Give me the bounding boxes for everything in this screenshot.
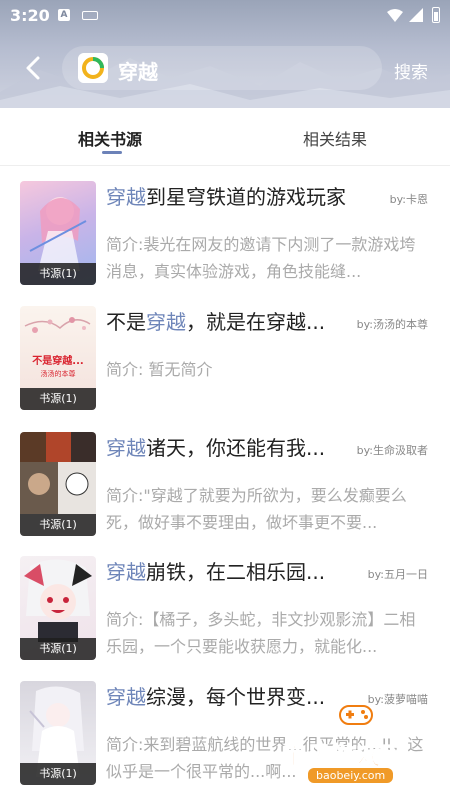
book-source-tag: 书源(1) (20, 763, 96, 785)
tab-indicator (102, 151, 122, 154)
search-query[interactable]: 穿越 (118, 56, 158, 85)
book-item[interactable]: 书源(1) 穿越诸天，你还能有我... by:生命汲取者 简介:"穿越了就要为所… (0, 432, 450, 557)
signal-icon (409, 8, 423, 22)
book-intro: 简介:"穿越了就要为所欲为，要么发癫要么死，做好事不要理由，做坏事更不要... (106, 486, 407, 532)
book-author: by:五月一日 (367, 568, 428, 581)
search-bar[interactable] (62, 46, 382, 90)
book-author: by:汤汤的本尊 (356, 318, 428, 331)
book-intro: 简介:【橘子，多头蛇，非文抄观影流】二相乐园，一个只要能收获愿力，就能化... (106, 610, 416, 656)
status-time: 3:20 (10, 6, 50, 25)
book-intro: 简介: 暂无简介 (106, 360, 213, 379)
back-icon[interactable] (20, 54, 48, 82)
notification-icon: A (58, 9, 70, 21)
search-button[interactable]: 搜索 (394, 58, 428, 83)
watermark-url: baobeiy.com (308, 768, 394, 783)
book-cover: 不是穿越... 汤汤的本尊 书源(1) (20, 306, 96, 410)
status-bar: 3:20 A (0, 0, 450, 32)
book-cover: 书源(1) (20, 556, 96, 660)
book-item[interactable]: 书源(1) 穿越到星穹铁道的游戏玩家 by:卡恩 简介:裴光在网友的邀请下内测了… (0, 181, 450, 306)
title-highlight: 穿越 (146, 310, 186, 334)
book-source-tag: 书源(1) (20, 638, 96, 660)
book-source-tag: 书源(1) (20, 263, 96, 285)
title-highlight: 穿越 (106, 685, 146, 709)
book-item[interactable]: 书源(1) 穿越崩铁，在二相乐园... by:五月一日 简介:【橘子，多头蛇，非… (0, 556, 450, 681)
keyboard-icon (82, 11, 98, 20)
book-author: by:生命汲取者 (356, 444, 428, 457)
header: 3:20 A 穿越 搜索 (0, 0, 450, 108)
battery-icon (432, 7, 440, 23)
tab-related-sources[interactable]: 相关书源 (78, 126, 142, 150)
gamepad-icon (339, 705, 373, 725)
app-logo-icon (78, 53, 108, 83)
watermark-text: 宝贝游戏网 (282, 742, 407, 771)
book-title: 穿越崩铁，在二相乐园... (106, 560, 326, 584)
book-title: 不是穿越，就是在穿越... (106, 310, 326, 334)
tab-bar: 相关书源 相关结果 (0, 108, 450, 166)
book-item[interactable]: 不是穿越... 汤汤的本尊 书源(1) 不是穿越，就是在穿越... by:汤汤的… (0, 306, 450, 431)
title-highlight: 穿越 (106, 560, 146, 584)
title-highlight: 穿越 (106, 185, 146, 209)
svg-text:汤汤的本尊: 汤汤的本尊 (41, 369, 76, 378)
title-highlight: 穿越 (106, 436, 146, 460)
book-cover: 书源(1) (20, 181, 96, 285)
tab-related-results[interactable]: 相关结果 (303, 126, 367, 150)
book-author: by:卡恩 (389, 193, 428, 206)
wifi-icon (387, 9, 403, 22)
book-source-tag: 书源(1) (20, 388, 96, 410)
watermark: 宝贝游戏网 baobeiy.com (278, 690, 448, 790)
book-intro: 简介:裴光在网友的邀请下内测了一款游戏垮消息，真实体验游戏，角色技能缝... (106, 235, 416, 281)
book-cover: 书源(1) (20, 432, 96, 536)
book-cover: 书源(1) (20, 681, 96, 785)
svg-text:不是穿越...: 不是穿越... (32, 354, 83, 367)
book-source-tag: 书源(1) (20, 514, 96, 536)
book-title: 穿越诸天，你还能有我... (106, 436, 326, 460)
book-title: 穿越到星穹铁道的游戏玩家 (106, 185, 346, 209)
